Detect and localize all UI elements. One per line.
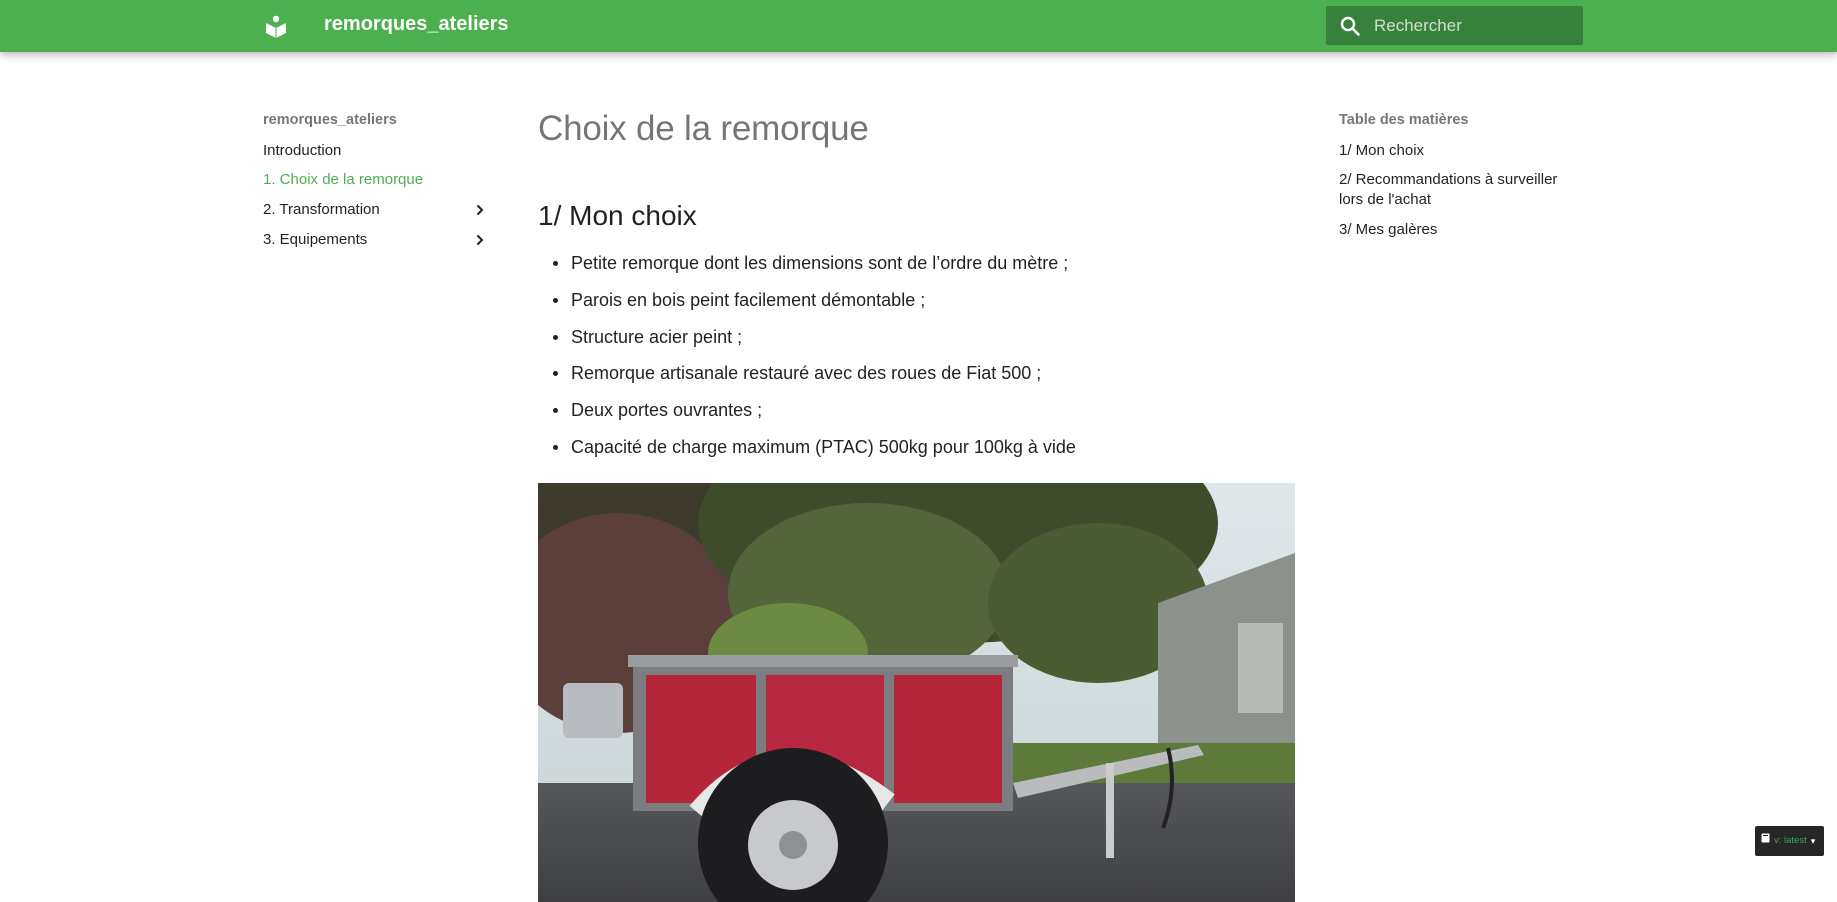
search-box[interactable] bbox=[1326, 6, 1583, 45]
trailer-photo bbox=[538, 483, 1295, 902]
version-label: v: latest bbox=[1774, 835, 1807, 846]
list-item: Parois en bois peint facilement démontab… bbox=[538, 289, 1298, 311]
search-icon bbox=[1338, 14, 1362, 38]
nav-item-choix-de-la-remorque[interactable]: 1. Choix de la remorque bbox=[263, 171, 489, 189]
list-item: Deux portes ouvrantes ; bbox=[538, 399, 1298, 421]
search-input[interactable] bbox=[1374, 6, 1574, 45]
nav-item-label: 2. Transformation bbox=[263, 201, 380, 218]
toc-item-mon-choix[interactable]: 1/ Mon choix bbox=[1339, 141, 1579, 161]
toc-item-recommandations[interactable]: 2/ Recommandations à surveiller lors de … bbox=[1339, 170, 1579, 210]
nav-item-label: Introduction bbox=[263, 142, 342, 159]
nav-item-equipements[interactable]: 3. Equipements bbox=[263, 231, 489, 249]
top-header: remorques_ateliers bbox=[0, 0, 1837, 52]
nav-title: remorques_ateliers bbox=[263, 112, 397, 128]
logo-icon[interactable] bbox=[262, 12, 290, 40]
section-title: 1/ Mon choix bbox=[538, 200, 697, 231]
version-selector[interactable]: v: latest ▾ bbox=[1755, 826, 1824, 856]
page-title: Choix de la remorque bbox=[538, 109, 869, 148]
toc-item-mes-galeres[interactable]: 3/ Mes galères bbox=[1339, 220, 1579, 240]
toc-title: Table des matières bbox=[1339, 112, 1469, 128]
nav-item-transformation[interactable]: 2. Transformation bbox=[263, 201, 489, 219]
list-item: Capacité de charge maximum (PTAC) 500kg … bbox=[538, 436, 1298, 458]
caret-down-icon: ▾ bbox=[1810, 836, 1816, 846]
feature-list: Petite remorque dont les dimensions sont… bbox=[538, 252, 1298, 473]
list-item: Petite remorque dont les dimensions sont… bbox=[538, 252, 1298, 274]
chevron-right-icon[interactable] bbox=[471, 231, 489, 249]
list-item: Structure acier peint ; bbox=[538, 326, 1298, 348]
nav-item-label: 1. Choix de la remorque bbox=[263, 171, 424, 188]
chevron-right-icon[interactable] bbox=[471, 201, 489, 219]
book-icon bbox=[1761, 826, 1770, 856]
nav-item-introduction[interactable]: Introduction bbox=[263, 142, 489, 160]
nav-item-label: 3. Equipements bbox=[263, 231, 368, 248]
site-title[interactable]: remorques_ateliers bbox=[324, 12, 509, 36]
list-item: Remorque artisanale restauré avec des ro… bbox=[538, 362, 1298, 384]
